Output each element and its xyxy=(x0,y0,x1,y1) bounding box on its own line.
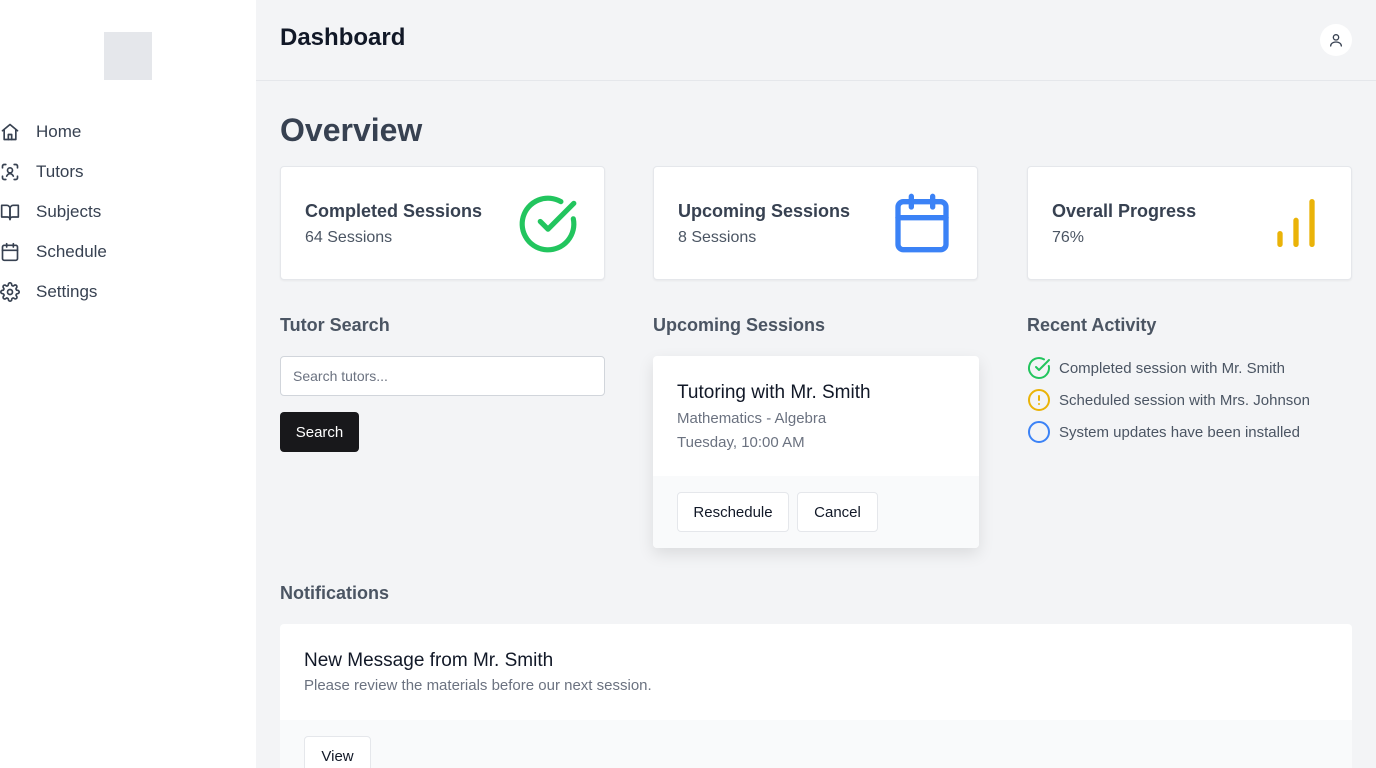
sidebar: Home Tutors Subjects Schedule Settings xyxy=(0,0,256,768)
notification-card: New Message from Mr. Smith Please review… xyxy=(280,624,1352,768)
sidebar-item-label: Home xyxy=(36,122,82,141)
user-icon xyxy=(1330,34,1342,47)
sidebar-item-label: Schedule xyxy=(36,242,107,261)
activity-text: Completed session with Mr. Smith xyxy=(1059,359,1285,377)
circle-icon xyxy=(1028,421,1050,443)
session-card: Tutoring with Mr. Smith Mathematics - Al… xyxy=(653,356,979,548)
session-card-footer: Reschedule Cancel xyxy=(653,476,979,548)
bar-chart-icon xyxy=(1277,199,1315,247)
stat-value: 8 Sessions xyxy=(678,229,757,246)
stat-card-progress: Overall Progress 76% xyxy=(1027,166,1352,280)
sidebar-item-label: Subjects xyxy=(36,202,102,221)
calendar-icon xyxy=(895,193,949,253)
activity-text: Scheduled session with Mrs. Johnson xyxy=(1059,391,1310,409)
stat-title: Completed Sessions xyxy=(305,201,483,221)
search-input[interactable] xyxy=(280,356,605,396)
stat-card-completed: Completed Sessions 64 Sessions xyxy=(280,166,605,280)
sidebar-item-settings[interactable]: Settings xyxy=(0,272,256,312)
activity-text: System updates have been installed xyxy=(1059,423,1300,441)
cancel-button[interactable]: Cancel xyxy=(797,492,878,532)
sidebar-item-schedule[interactable]: Schedule xyxy=(0,232,256,272)
avatar[interactable] xyxy=(1320,24,1352,56)
stat-title: Overall Progress xyxy=(1052,201,1197,221)
notification-title: New Message from Mr. Smith xyxy=(304,650,554,671)
main-content: Dashboard Overview Completed Sessions 64… xyxy=(256,0,1376,768)
overview-title: Overview xyxy=(280,112,423,148)
stat-card-upcoming: Upcoming Sessions 8 Sessions xyxy=(653,166,978,280)
tutor-search-heading: Tutor Search xyxy=(280,315,390,335)
search-button[interactable]: Search xyxy=(280,412,359,452)
stat-title: Upcoming Sessions xyxy=(678,201,851,221)
sidebar-item-label: Tutors xyxy=(36,162,84,181)
sidebar-item-subjects[interactable]: Subjects xyxy=(0,192,256,232)
stat-value: 76% xyxy=(1052,229,1085,246)
sidebar-item-tutors[interactable]: Tutors xyxy=(0,152,256,192)
session-subject: Mathematics - Algebra xyxy=(677,410,827,427)
page-title: Dashboard xyxy=(280,24,406,51)
view-button[interactable]: View xyxy=(304,736,371,768)
sidebar-item-home[interactable]: Home xyxy=(0,112,256,152)
home-icon xyxy=(1,123,19,141)
session-title: Tutoring with Mr. Smith xyxy=(677,382,871,403)
gear-icon xyxy=(0,282,20,302)
notification-body: Please review the materials before our n… xyxy=(304,677,652,694)
stat-value: 64 Sessions xyxy=(305,229,393,246)
sidebar-nav: Home Tutors Subjects Schedule Settings xyxy=(0,112,256,312)
book-open-icon xyxy=(0,204,20,221)
list-item: System updates have been installed xyxy=(1027,420,1347,444)
calendar-icon xyxy=(1,242,19,262)
session-time: Tuesday, 10:00 AM xyxy=(677,434,805,451)
check-circle-icon xyxy=(1028,357,1050,379)
top-bar: Dashboard xyxy=(256,0,1376,81)
recent-activity-heading: Recent Activity xyxy=(1027,315,1157,335)
alert-circle-icon xyxy=(1028,389,1050,411)
upcoming-sessions-heading: Upcoming Sessions xyxy=(653,315,826,335)
list-item: Scheduled session with Mrs. Johnson xyxy=(1027,388,1347,412)
notification-footer: View xyxy=(280,720,1352,768)
notifications-heading: Notifications xyxy=(280,583,390,603)
scan-face-icon xyxy=(1,163,19,181)
check-circle-icon xyxy=(519,195,577,253)
list-item: Completed session with Mr. Smith xyxy=(1027,356,1347,380)
reschedule-button[interactable]: Reschedule xyxy=(677,492,789,532)
sidebar-item-label: Settings xyxy=(36,282,98,301)
logo xyxy=(104,32,152,80)
